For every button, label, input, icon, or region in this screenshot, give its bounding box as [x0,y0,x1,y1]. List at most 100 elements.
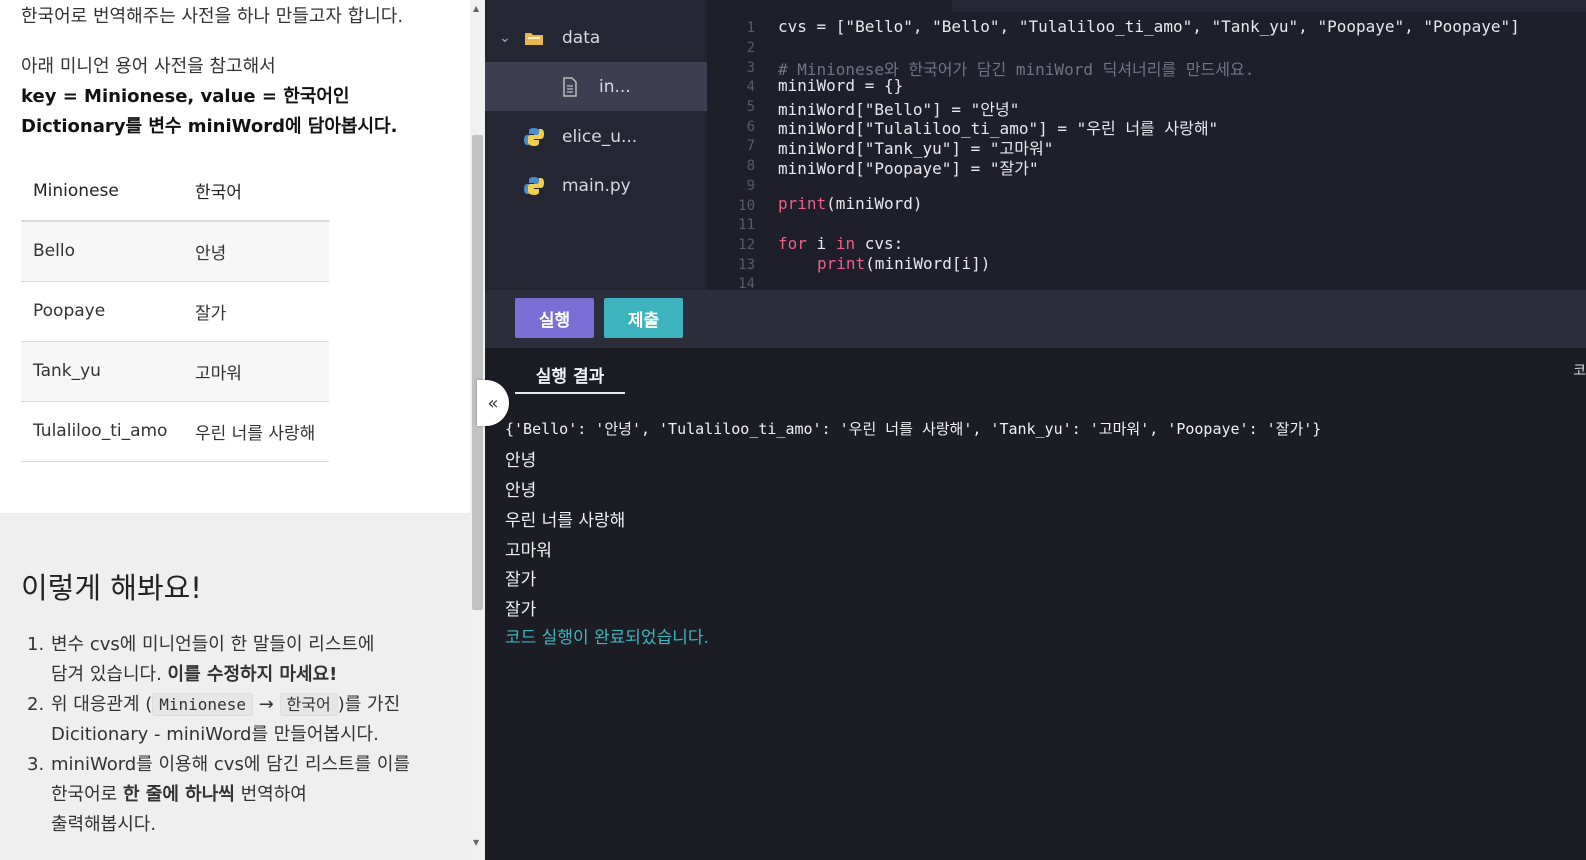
code-text: (miniWord[i]) [865,254,991,273]
table-cell: Tulaliloo_ti_amo [21,401,183,462]
step-number: 3. [27,754,45,775]
tree-item-main-py[interactable]: main.py [485,161,707,210]
instruction-top: 한국어로 번역해주는 사전을 하나 만들고자 합니다. 아래 미니언 용어 사전… [0,0,470,513]
editor-tab-active[interactable] [707,0,952,12]
tree-item-label[interactable]: main.py [562,176,631,196]
table-cell: 고마워 [183,341,329,402]
tab-edge-label[interactable]: 코 [1573,360,1586,380]
chevron-down-icon[interactable]: ⌄ [499,30,511,46]
step-text: 한국어로 [51,784,123,805]
step-item-3: 3. miniWord를 이용해 cvs에 담긴 리스트를 이를 한국어로 한 … [21,750,451,840]
code-editor[interactable]: 1 2 3 4 5 6 7 8 9 10 11 12 13 14 cvs = [… [707,0,1586,290]
table-cell: 우린 너를 사랑해 [183,401,329,462]
step-item-1: 1. 변수 cvs에 미니언들이 한 말들이 리스트에 담겨 있습니다. 이를 … [21,630,451,690]
code-line[interactable]: cvs = ["Bello", "Bello", "Tulaliloo_ti_a… [778,17,1520,36]
intro-line-4: Dictionary를 변수 miniWord에 담아봅시다. [21,116,398,137]
line-number: 3 [746,60,755,76]
code-text: cvs: [855,234,904,253]
step-text: 변수 cvs에 미니언들이 한 말들이 리스트에 [51,634,375,655]
code-text: i [806,234,836,253]
output-line: 잘가 [505,600,537,620]
minionese-dictionary-table: Minionese 한국어 Bello 안녕 Poopaye 잘가 Tank_y… [21,161,329,462]
intro-line-3: key = Minionese, value = 한국어인 [21,86,350,107]
line-number: 6 [746,119,755,135]
table-row: Bello 안녕 [21,221,329,282]
output-line: {'Bello': '안녕', 'Tulaliloo_ti_amo': '우린 … [505,420,1322,438]
code-line[interactable]: print(miniWord[i]) [817,254,990,273]
step-text: miniWord를 이용해 cvs에 담긴 리스트를 이를 [51,754,411,775]
step-text: 위 대응관계 ( [51,694,153,715]
intro-line-1: 한국어로 번역해주는 사전을 하나 만들고자 합니다. [21,6,404,27]
run-toolbar: 실행 제출 [485,290,1586,348]
line-number: 14 [738,276,755,290]
output-line: 잘가 [505,570,537,590]
code-chip-minionese: Minionese [152,693,253,716]
submit-button[interactable]: 제출 [604,298,683,338]
tree-item-label[interactable]: in... [599,77,631,97]
step-text: Dicitionary - miniWord를 만들어봅시다. [51,724,379,745]
code-line[interactable]: for i in cvs: [778,234,903,253]
output-line: 안녕 [505,481,537,501]
line-number: 11 [738,217,755,233]
line-number: 10 [738,198,755,214]
line-number: 12 [738,237,755,253]
tree-item-data-folder[interactable]: ⌄ data [485,13,707,62]
table-row: Tulaliloo_ti_amo 우린 너를 사랑해 [21,401,329,462]
step-text: 출력해봅시다. [51,814,157,835]
code-line[interactable]: print(miniWord) [778,194,923,213]
tree-item-elice-utils[interactable]: elice_u... [485,112,707,161]
line-number: 8 [746,158,755,174]
output-console: {'Bello': '안녕', 'Tulaliloo_ti_amo': '우린 … [485,396,1586,860]
step-number: 1. [27,634,45,655]
step-number: 2. [27,694,45,715]
file-tree: ⌄ data in... elice_u... main.py [485,0,707,290]
scroll-up-arrow-icon[interactable]: ▲ [473,4,479,13]
line-number: 1 [746,20,755,36]
editor-tab-bar [707,0,1586,12]
instruction-scrollbar[interactable]: ▲ ▼ [470,0,485,860]
step-text: 담겨 있습니다. [51,664,168,685]
scrollbar-thumb[interactable] [472,135,483,610]
code-line[interactable]: miniWord["Poopaye"] = "잘가" [778,155,1039,179]
line-number: 13 [738,257,755,273]
line-number: 4 [746,79,755,95]
scroll-down-arrow-icon[interactable]: ▼ [473,838,479,847]
table-cell: Poopaye [21,281,183,342]
folder-icon [525,32,543,45]
step-item-2: 2. 위 대응관계 (Minionese → 한국어)를 가진 Dicition… [21,690,451,750]
tree-item-label[interactable]: data [562,28,600,48]
run-button[interactable]: 실행 [515,298,594,338]
code-line[interactable]: miniWord = {} [778,76,903,95]
step-text: )를 가진 [337,694,401,715]
code-function: print [778,194,827,213]
output-line: 우린 너를 사랑해 [505,511,626,531]
arrow-glyph: → [258,694,274,715]
table-cell: Bello [21,221,183,282]
table-cell: 안녕 [183,221,329,282]
intro-line-2: 아래 미니언 용어 사전을 참고해서 [21,56,276,77]
step-bold-text: 한 줄에 하나씩 [122,784,235,805]
table-header-row: Minionese 한국어 [21,161,329,222]
code-function: print [817,254,866,273]
line-number: 5 [746,99,755,115]
python-icon [524,176,544,195]
table-header-korean: 한국어 [183,161,329,222]
table-cell: Tank_yu [21,341,183,402]
tree-item-input-file[interactable]: in... [485,62,707,111]
line-number: 9 [746,178,755,194]
output-line: 안녕 [505,451,537,471]
code-keyword: in [835,234,856,253]
step-text: 번역하여 [234,784,307,805]
table-row: Tank_yu 고마워 [21,341,329,402]
code-chip-korean: 한국어 [279,693,338,716]
tab-run-result[interactable]: 실행 결과 [515,356,625,394]
table-cell: 잘가 [183,281,329,342]
execution-complete-message: 코드 실행이 완료되었습니다. [505,628,709,648]
code-text: (miniWord) [826,194,923,213]
output-tab-bar: 실행 결과 코 [485,348,1586,396]
output-line: 고마워 [505,541,552,561]
python-icon [524,127,544,146]
table-header-minionese: Minionese [21,161,183,222]
tree-item-label[interactable]: elice_u... [562,127,637,147]
section-title: 이렇게 해봐요! [21,571,202,605]
